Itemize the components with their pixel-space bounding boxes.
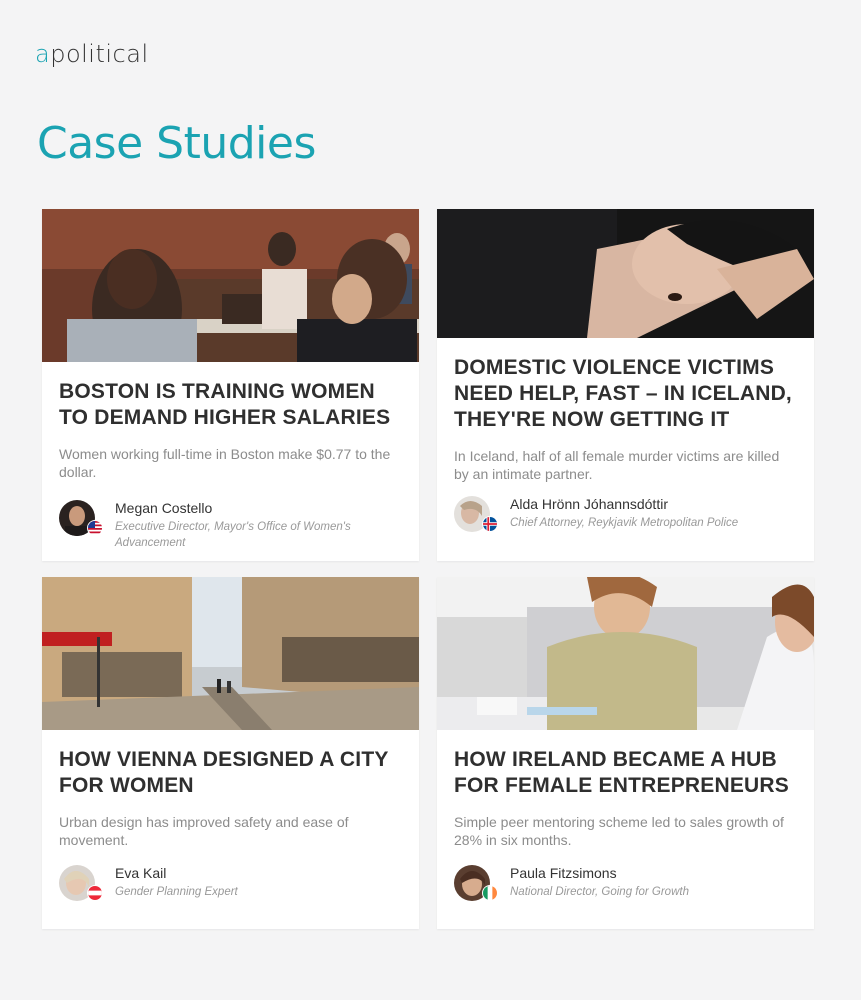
author-role: Gender Planning Expert	[115, 886, 238, 898]
case-study-image	[42, 209, 419, 362]
author-role: Chief Attorney, Reykjavik Metropolitan P…	[510, 517, 739, 529]
case-study-summary: In Iceland, half of all female murder vi…	[454, 448, 780, 482]
author-name: Megan Costello	[115, 500, 213, 516]
case-study-card-boston[interactable]: BOSTON IS TRAINING WOMEN TO DEMAND HIGHE…	[42, 209, 419, 561]
case-study-title[interactable]: BOSTON IS TRAINING WOMEN TO DEMAND HIGHE…	[59, 379, 402, 431]
author-name: Alda Hrönn Jóhannsdóttir	[510, 496, 668, 512]
us-flag-icon	[87, 520, 103, 536]
case-study-image	[437, 209, 814, 338]
case-study-card-iceland[interactable]: DOMESTIC VIOLENCE VICTIMS NEED HELP, FAS…	[437, 209, 814, 561]
author-name: Eva Kail	[115, 865, 167, 881]
case-study-title[interactable]: HOW VIENNA DESIGNED A CITY FOR WOMEN	[59, 747, 402, 799]
case-study-summary: Simple peer mentoring scheme led to sale…	[454, 814, 784, 848]
logo-text: political	[50, 40, 149, 68]
case-study-summary: Urban design has improved safety and eas…	[59, 814, 349, 848]
austria-flag-icon	[87, 885, 103, 901]
author-name: Paula Fitzsimons	[510, 865, 617, 881]
case-study-title[interactable]: HOW IRELAND BECAME A HUB FOR FEMALE ENTR…	[454, 747, 797, 799]
ireland-flag-icon	[482, 885, 498, 901]
apolitical-logo[interactable]: apolitical	[35, 40, 149, 68]
case-study-summary: Women working full-time in Boston make $…	[59, 446, 391, 480]
author-role: Executive Director, Mayor's Office of Wo…	[115, 521, 351, 549]
author-role: National Director, Going for Growth	[510, 886, 689, 898]
case-study-title[interactable]: DOMESTIC VIOLENCE VICTIMS NEED HELP, FAS…	[454, 355, 797, 433]
logo-accent: a	[35, 40, 51, 68]
case-study-card-vienna[interactable]: HOW VIENNA DESIGNED A CITY FOR WOMEN Urb…	[42, 577, 419, 929]
iceland-flag-icon	[482, 516, 498, 532]
case-study-image	[42, 577, 419, 730]
case-study-card-ireland[interactable]: HOW IRELAND BECAME A HUB FOR FEMALE ENTR…	[437, 577, 814, 929]
page-title: Case Studies	[37, 118, 316, 169]
case-study-image	[437, 577, 814, 730]
